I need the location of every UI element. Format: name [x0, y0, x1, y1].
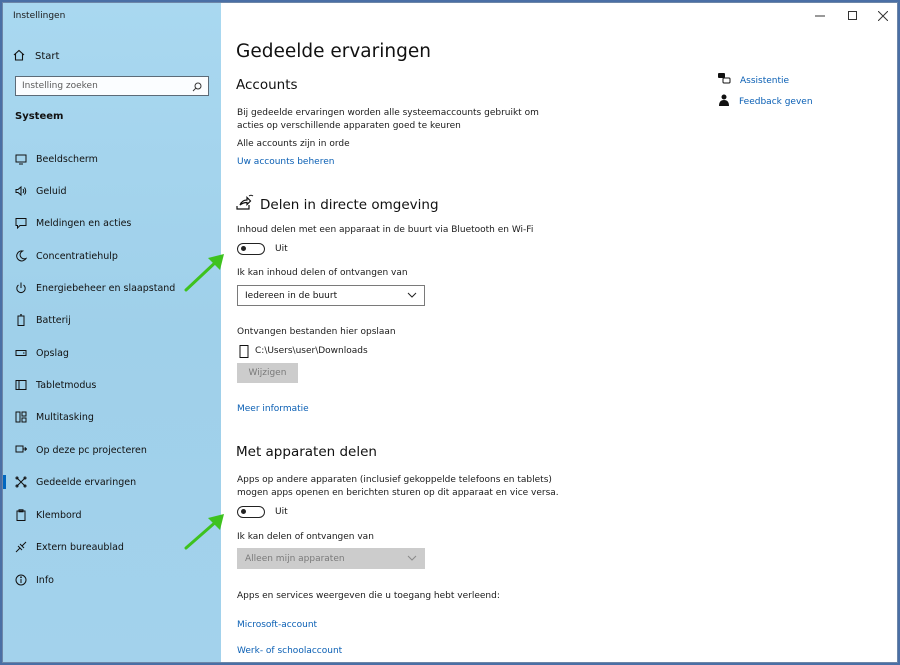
devices-share-label: Ik kan delen of ontvangen van [237, 532, 374, 542]
info-icon [14, 573, 28, 587]
clipboard-icon [14, 508, 28, 522]
change-location-button[interactable]: Wijzigen [237, 363, 298, 383]
devices-share-dropdown[interactable]: Alleen mijn apparaten [237, 548, 425, 569]
nearby-share-dropdown[interactable]: Iedereen in de buurt [237, 285, 425, 306]
page-title: Gedeelde ervaringen [236, 41, 431, 62]
nearby-share-icon [236, 194, 254, 210]
power-icon [14, 281, 28, 295]
apps-services-label: Apps en services weergeven die u toegang… [237, 591, 500, 601]
sidebar-item-meldingen[interactable]: Meldingen en acties [3, 209, 221, 237]
accounts-heading: Accounts [236, 77, 298, 93]
chat-help-icon [718, 73, 731, 88]
feedback-icon [718, 94, 730, 109]
chevron-down-icon [407, 554, 417, 564]
save-location-path: C:\Users\user\Downloads [255, 346, 368, 356]
nearby-heading: Delen in directe omgeving [260, 197, 439, 213]
accounts-description-line2: acties op verschillende apparaten goed t… [237, 121, 461, 131]
nearby-sharing-toggle[interactable] [237, 243, 265, 255]
nearby-share-label: Ik kan inhoud delen of ontvangen van [237, 268, 408, 278]
sidebar-item-label: Op deze pc projecteren [36, 444, 147, 456]
sidebar-item-gedeelde-ervaringen[interactable]: Gedeelde ervaringen [3, 468, 221, 496]
sidebar-item-label: Concentratiehulp [36, 250, 118, 262]
toggle-knob [241, 246, 246, 251]
sidebar-item-label: Geluid [36, 185, 67, 197]
accounts-description-line1: Bij gedeelde ervaringen worden alle syst… [237, 108, 539, 118]
sidebar: Instellingen Start Systeem Beeldscherm G… [3, 3, 221, 662]
devices-description-line2: mogen apps openen en berichten sturen op… [237, 488, 559, 498]
sidebar-item-beeldscherm[interactable]: Beeldscherm [3, 145, 221, 173]
sidebar-item-label: Klembord [36, 509, 82, 521]
microsoft-account-link[interactable]: Microsoft-account [237, 620, 317, 630]
chevron-down-icon [407, 291, 417, 301]
sidebar-item-label: Batterij [36, 314, 71, 326]
shared-experiences-icon [14, 475, 28, 489]
sidebar-item-label: Gedeelde ervaringen [36, 476, 137, 488]
active-indicator [3, 475, 6, 489]
annotation-arrow-2 [184, 514, 224, 550]
battery-icon [14, 313, 28, 327]
devices-heading: Met apparaten delen [236, 444, 377, 460]
toggle-knob [241, 509, 246, 514]
sidebar-item-batterij[interactable]: Batterij [3, 306, 221, 334]
home-icon [13, 49, 25, 64]
feedback-link[interactable]: Feedback geven [718, 94, 813, 109]
devices-toggle-state: Uit [275, 507, 288, 517]
sidebar-item-opslag[interactable]: Opslag [3, 339, 221, 367]
sidebar-item-tabletmodus[interactable]: Tabletmodus [3, 371, 221, 399]
remote-desktop-icon [14, 540, 28, 554]
settings-window: Instellingen Start Systeem Beeldscherm G… [3, 3, 897, 662]
main-content: Gedeelde ervaringen Accounts Bij gedeeld… [221, 3, 897, 662]
sidebar-item-geluid[interactable]: Geluid [3, 177, 221, 205]
search-icon[interactable] [192, 77, 202, 96]
sidebar-item-projecteren[interactable]: Op deze pc projecteren [3, 436, 221, 464]
devices-share-value: Alleen mijn apparaten [245, 553, 345, 564]
multitasking-icon [14, 410, 28, 424]
work-school-account-link[interactable]: Werk- of schoolaccount [237, 646, 342, 656]
sidebar-item-multitasking[interactable]: Multitasking [3, 403, 221, 431]
maximize-button[interactable] [842, 8, 864, 24]
sidebar-item-label: Meldingen en acties [36, 217, 132, 229]
device-icon [239, 343, 249, 362]
home-label: Start [35, 50, 60, 62]
minimize-button[interactable] [809, 8, 831, 24]
sidebar-item-label: Multitasking [36, 411, 94, 423]
nearby-share-value: Iedereen in de buurt [245, 290, 338, 301]
moon-icon [14, 249, 28, 263]
sidebar-item-label: Opslag [36, 347, 69, 359]
search-box[interactable] [15, 76, 209, 96]
sidebar-item-info[interactable]: Info [3, 566, 221, 594]
sidebar-section-label: Systeem [15, 111, 64, 122]
devices-description-line1: Apps op andere apparaten (inclusief geko… [237, 475, 552, 485]
monitor-icon [14, 152, 28, 166]
sidebar-item-label: Extern bureaublad [36, 541, 124, 553]
nearby-toggle-description: Inhoud delen met een apparaat in de buur… [237, 225, 534, 235]
sidebar-item-label: Tabletmodus [36, 379, 97, 391]
more-info-link[interactable]: Meer informatie [237, 404, 309, 414]
sidebar-item-label: Beeldscherm [36, 153, 98, 165]
sidebar-home[interactable]: Start [13, 48, 59, 64]
speaker-icon [14, 184, 28, 198]
manage-accounts-link[interactable]: Uw accounts beheren [237, 157, 334, 167]
nearby-toggle-state: Uit [275, 244, 288, 254]
search-input[interactable] [22, 81, 192, 91]
feedback-link-label: Feedback geven [739, 96, 813, 107]
project-icon [14, 443, 28, 457]
storage-icon [14, 346, 28, 360]
sidebar-item-label: Info [36, 574, 54, 586]
save-location-label: Ontvangen bestanden hier opslaan [237, 327, 396, 337]
notifications-icon [14, 216, 28, 230]
close-button[interactable] [872, 8, 894, 24]
help-link[interactable]: Assistentie [718, 73, 789, 88]
devices-sharing-toggle[interactable] [237, 506, 265, 518]
app-title: Instellingen [13, 11, 66, 21]
accounts-status: Alle accounts zijn in orde [237, 139, 350, 149]
sidebar-item-label: Energiebeheer en slaapstand [36, 282, 176, 294]
help-link-label: Assistentie [740, 75, 790, 86]
annotation-arrow-1 [184, 254, 224, 292]
tablet-icon [14, 378, 28, 392]
